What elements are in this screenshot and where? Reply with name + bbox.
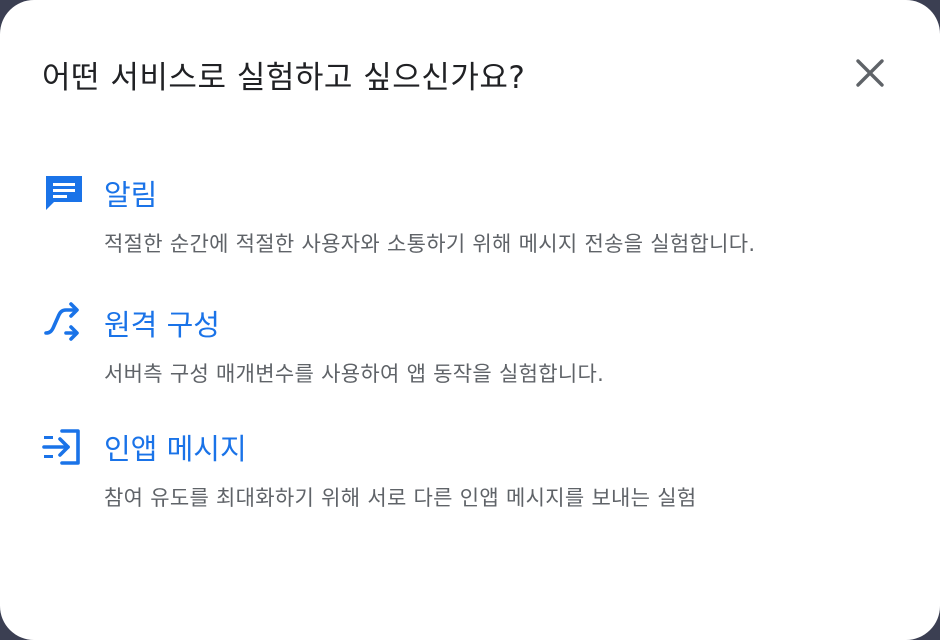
option-description: 적절한 순간에 적절한 사용자와 소통하기 위해 메시지 전송을 실험합니다. [104,232,756,256]
message-icon [46,176,82,210]
in-app-messaging-icon [42,429,80,465]
option-title: 원격 구성 [104,308,220,342]
dialog-title: 어떤 서비스로 실험하고 싶으신가요? [42,60,526,96]
close-button[interactable] [852,55,888,91]
option-title: 인앱 메시지 [104,432,247,466]
option-remote-config[interactable]: 원격 구성 서버측 구성 매개변수를 사용하여 앱 동작을 실험합니다. [40,298,920,398]
option-description: 서버측 구성 매개변수를 사용하여 앱 동작을 실험합니다. [104,362,605,386]
experiment-service-dialog: 어떤 서비스로 실험하고 싶으신가요? 알림 적절한 순간에 적절한 사용자와 … [0,0,940,640]
option-description: 참여 유도를 최대화하기 위해 서로 다른 인앱 메시지를 보내는 실험 [104,486,697,510]
remote-config-icon [44,302,79,341]
close-icon [856,59,884,87]
option-notifications[interactable]: 알림 적절한 순간에 적절한 사용자와 소통하기 위해 메시지 전송을 실험합니… [40,168,920,268]
option-title: 알림 [104,178,158,212]
option-in-app-messaging[interactable]: 인앱 메시지 참여 유도를 최대화하기 위해 서로 다른 인앱 메시지를 보내는… [40,422,920,522]
